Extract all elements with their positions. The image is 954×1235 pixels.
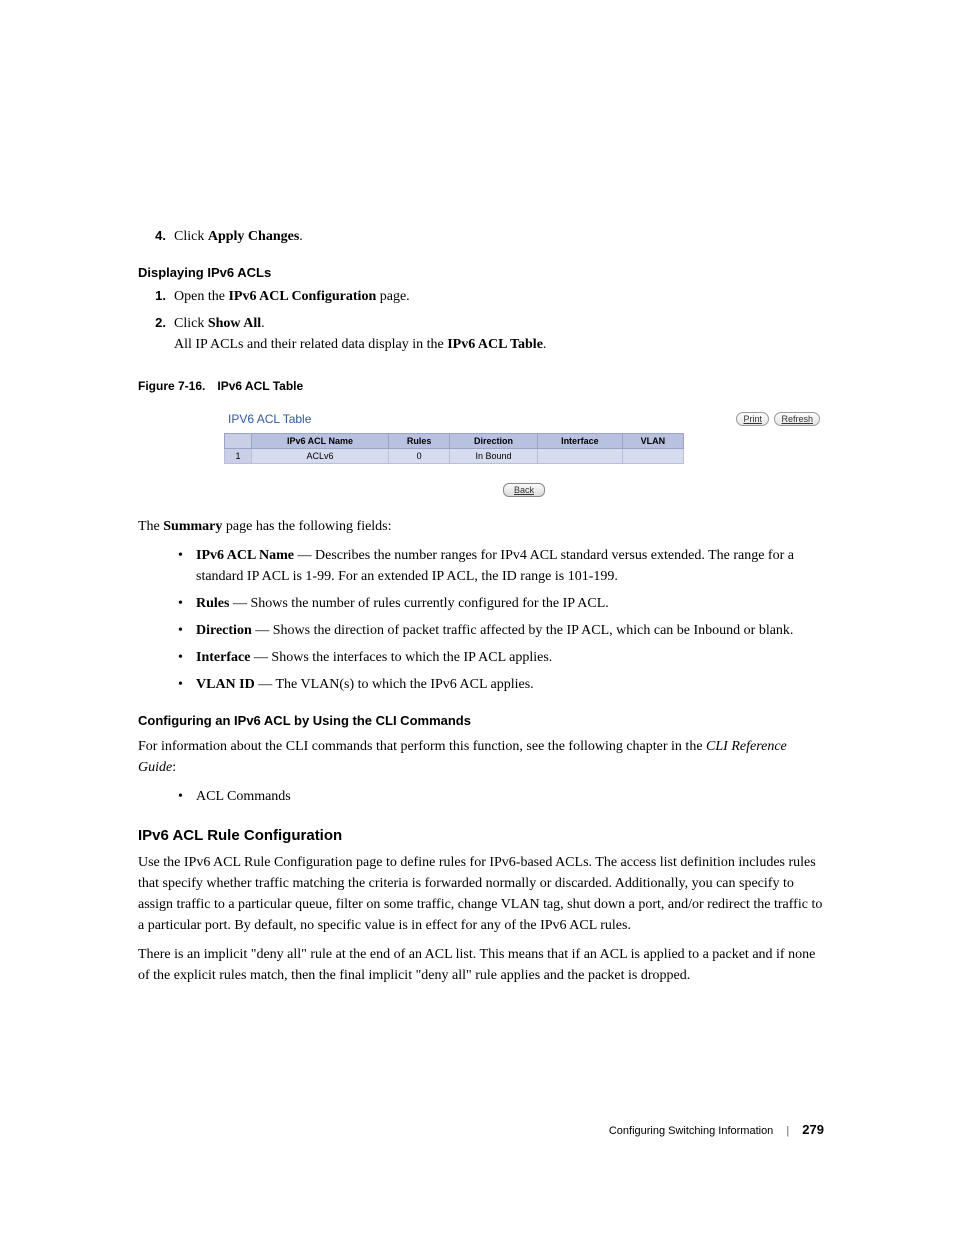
page: 4. Click Apply Changes. Displaying IPv6 … [0,0,954,1235]
field-list: IPv6 ACL Name — Describes the number ran… [174,545,824,695]
acl-table: IPv6 ACL Name Rules Direction Interface … [224,433,684,464]
print-button[interactable]: Print [736,412,769,426]
back-row: Back [224,464,824,498]
cell-rownum: 1 [225,449,252,464]
table-header-row: IPv6 ACL Name Rules Direction Interface … [225,434,684,449]
heading-displaying-ipv6-acls: Displaying IPv6 ACLs [138,265,824,280]
step-2: 2. Click Show All. All IP ACLs and their… [138,313,824,355]
figure-caption: Figure 7-16.IPv6 ACL Table [138,379,824,393]
back-button[interactable]: Back [503,483,545,497]
col-rules: Rules [389,434,450,449]
page-number: 279 [802,1122,824,1137]
list-item: ACL Commands [174,786,824,807]
ol-number: 4. [138,226,174,247]
ol-number: 1. [138,286,174,307]
step-1-text: Open the IPv6 ACL Configuration page. [174,286,824,307]
col-direction: Direction [450,434,538,449]
cell-direction: In Bound [450,449,538,464]
col-vlan: VLAN [622,434,683,449]
list-item: IPv6 ACL Name — Describes the number ran… [174,545,824,587]
refresh-button[interactable]: Refresh [774,412,820,426]
cell-interface [537,449,622,464]
step-4-text: Click Apply Changes. [174,226,824,247]
footer-separator: | [786,1125,789,1137]
heading-ipv6-acl-rule-configuration: IPv6 ACL Rule Configuration [138,827,824,844]
rule-paragraph-2: There is an implicit "deny all" rule at … [138,944,824,986]
heading-cli: Configuring an IPv6 ACL by Using the CLI… [138,713,824,728]
figure-ipv6-acl-table: IPV6 ACL Table Print Refresh IPv6 ACL Na… [224,411,824,498]
col-rownum [225,434,252,449]
list-item: VLAN ID — The VLAN(s) to which the IPv6 … [174,674,824,695]
page-footer: Configuring Switching Information | 279 [609,1122,824,1137]
figure-buttons: Print Refresh [734,411,820,427]
summary-intro: The Summary page has the following field… [138,516,824,537]
list-item: Rules — Shows the number of rules curren… [174,593,824,614]
cell-name: ACLv6 [252,449,389,464]
cell-vlan [622,449,683,464]
cli-paragraph: For information about the CLI commands t… [138,736,824,778]
list-item: Direction — Shows the direction of packe… [174,620,824,641]
cli-bullets: ACL Commands [174,786,824,807]
figure-title: IPV6 ACL Table [228,412,311,426]
rule-paragraph-1: Use the IPv6 ACL Rule Configuration page… [138,852,824,936]
step-2-text: Click Show All. All IP ACLs and their re… [174,313,824,355]
footer-section: Configuring Switching Information [609,1125,773,1137]
step-4: 4. Click Apply Changes. [138,226,824,247]
list-item: Interface — Shows the interfaces to whic… [174,647,824,668]
col-name: IPv6 ACL Name [252,434,389,449]
col-interface: Interface [537,434,622,449]
cell-rules: 0 [389,449,450,464]
step-1: 1. Open the IPv6 ACL Configuration page. [138,286,824,307]
ol-number: 2. [138,313,174,355]
table-row: 1 ACLv6 0 In Bound [225,449,684,464]
